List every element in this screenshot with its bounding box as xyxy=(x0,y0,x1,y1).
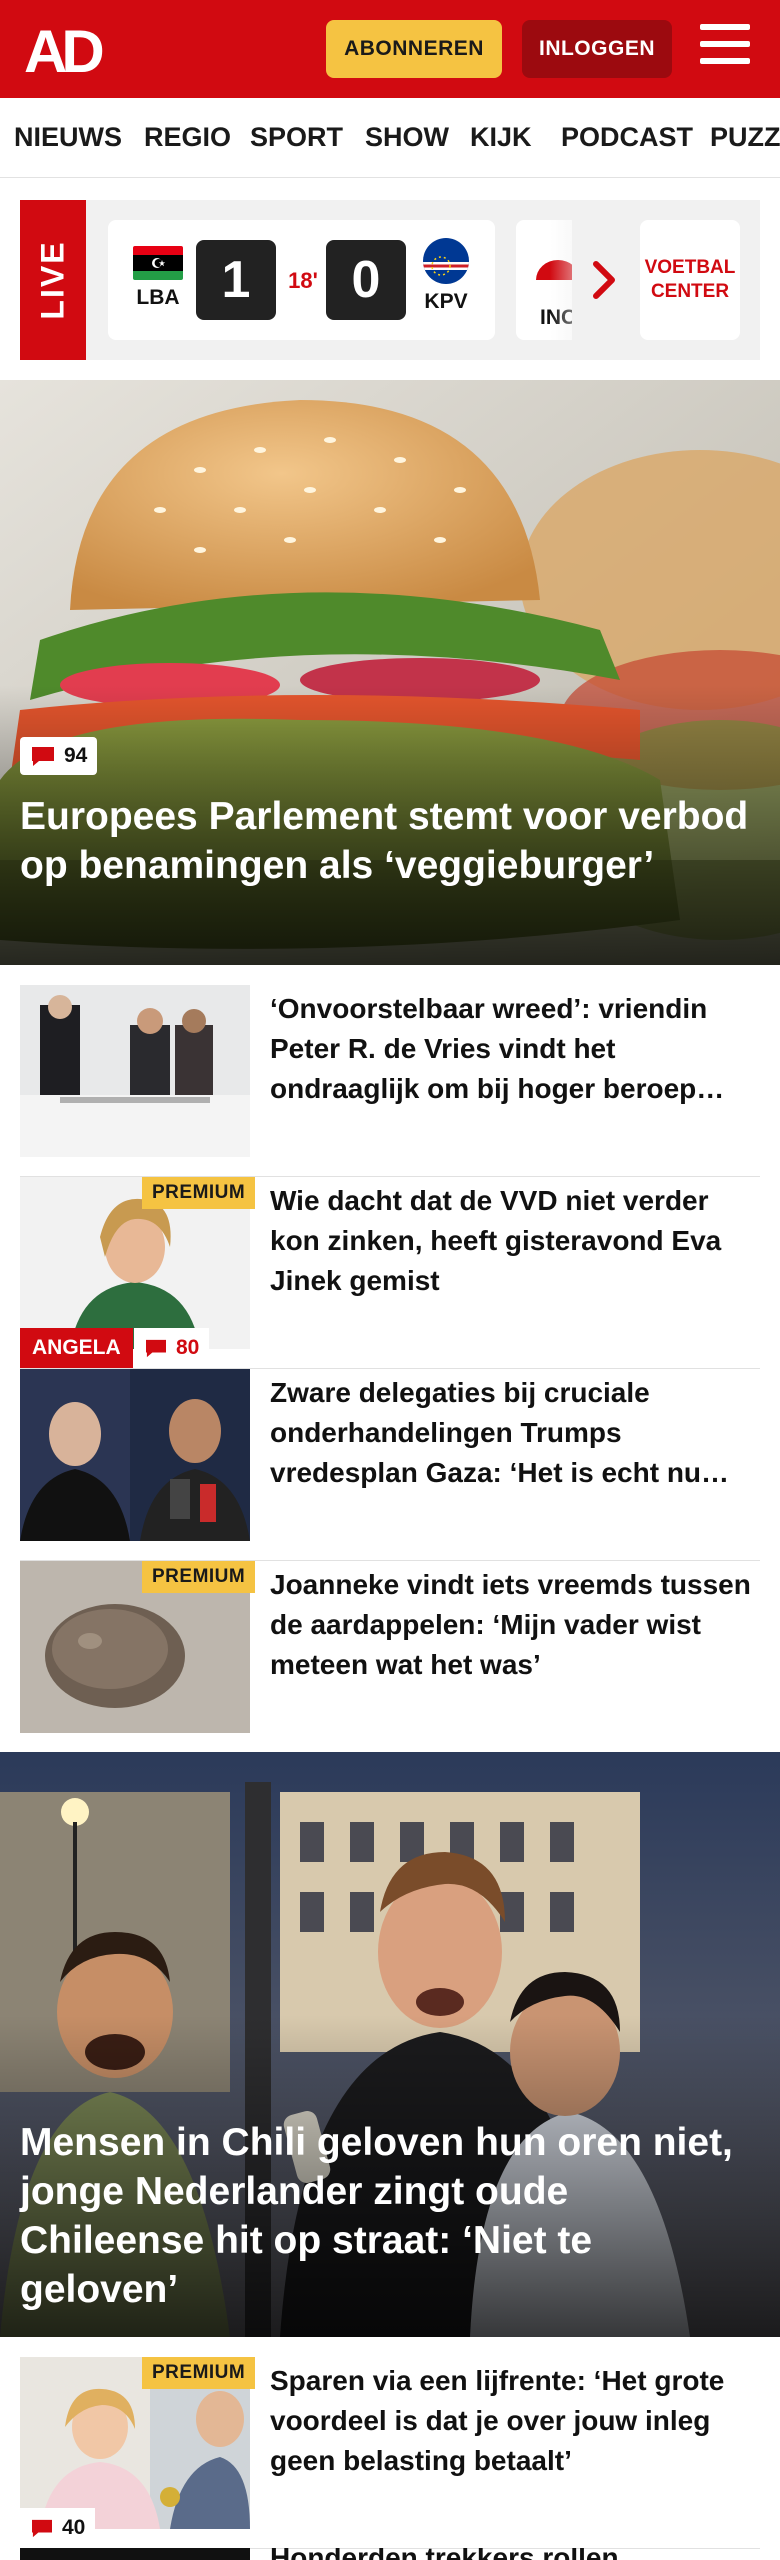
list-item[interactable]: PREMIUM 40 Sparen via een lijfrente: ‘He… xyxy=(20,2357,760,2549)
nav-item-podcast[interactable]: PODCAST xyxy=(561,122,693,153)
hero-article-2[interactable]: Mensen in Chili geloven hun oren niet, j… xyxy=(0,1752,780,2337)
list-item[interactable]: ‘Onvoorstelbaar wreed’: vriendin Peter R… xyxy=(20,985,760,1177)
comment-icon xyxy=(146,1339,166,1358)
svg-text:AD: AD xyxy=(24,22,102,78)
article-headline[interactable]: Joanneke vindt iets vreemds tussen de aa… xyxy=(270,1565,760,1685)
home-score: 1 xyxy=(196,240,276,320)
ad-logo[interactable]: AD xyxy=(24,22,116,78)
away-team: KPV xyxy=(416,238,476,314)
home-team: LBA xyxy=(128,246,188,310)
hero-comment-count: 94 xyxy=(64,744,88,767)
premium-badge: PREMIUM xyxy=(142,1177,256,1209)
next-article-thumbnail xyxy=(20,2548,250,2560)
hamburger-menu-icon[interactable] xyxy=(700,24,752,72)
cape-verde-flag-icon xyxy=(423,238,469,284)
article-headline[interactable]: Wie dacht dat de VVD niet verder kon zin… xyxy=(270,1181,760,1301)
article-headline[interactable]: ‘Onvoorstelbaar wreed’: vriendin Peter R… xyxy=(270,989,760,1109)
article-thumbnail xyxy=(20,985,250,1157)
match-card[interactable]: LBA 1 18' 0 KPV xyxy=(108,220,495,340)
subscribe-button[interactable]: ABONNEREN xyxy=(326,20,502,78)
hero-comment-badge[interactable]: 94 xyxy=(20,737,98,775)
nav-item-kijk[interactable]: KIJK xyxy=(470,122,532,153)
voetbal-center-button[interactable]: VOETBAL CENTER xyxy=(640,220,740,340)
nav-item-puzzel[interactable]: PUZZ xyxy=(710,122,780,153)
article-thumbnail xyxy=(20,1369,250,1541)
author-tag[interactable]: ANGELA xyxy=(20,1328,133,1368)
comment-count: 80 xyxy=(176,1336,200,1359)
main-nav: NIEUWS REGIO SPORT SHOW KIJK PODCAST PUZ… xyxy=(0,98,780,178)
home-team-code: LBA xyxy=(136,286,180,309)
hero-article[interactable]: 94 Europees Parlement stemt voor verbod … xyxy=(0,380,780,965)
hero-headline[interactable]: Europees Parlement stemt voor verbod op … xyxy=(20,792,760,890)
live-scores-strip: LIVE LBA 1 18' 0 KPV VOETBAL CENTER xyxy=(20,200,760,360)
list-item[interactable]: Zware delegaties bij cruciale onderhande… xyxy=(20,1369,760,1561)
libya-flag-icon xyxy=(133,246,183,280)
away-team-code: KPV xyxy=(424,290,468,313)
match-minute: 18' xyxy=(288,268,318,293)
comment-icon xyxy=(32,2519,52,2538)
nav-item-regio[interactable]: REGIO xyxy=(144,122,231,153)
premium-badge: PREMIUM xyxy=(142,2357,256,2389)
next-article-headline[interactable]: Honderden trekkers rollen xyxy=(270,2548,760,2560)
comment-icon xyxy=(32,747,54,766)
comment-badge[interactable]: 80 xyxy=(134,1328,210,1368)
nav-item-show[interactable]: SHOW xyxy=(365,122,449,153)
article-headline[interactable]: Zware delegaties bij cruciale onderhande… xyxy=(270,1373,760,1493)
chevron-right-icon[interactable] xyxy=(590,258,620,302)
comment-count: 40 xyxy=(62,2516,86,2539)
away-score: 0 xyxy=(326,240,406,320)
nav-item-sport[interactable]: SPORT xyxy=(250,122,343,153)
login-button[interactable]: INLOGGEN xyxy=(522,20,672,78)
article-headline[interactable]: Sparen via een lijfrente: ‘Het grote voo… xyxy=(270,2361,760,2481)
comment-badge[interactable]: 40 xyxy=(20,2508,96,2548)
nav-item-nieuws[interactable]: NIEUWS xyxy=(14,122,122,153)
hero-2-headline[interactable]: Mensen in Chili geloven hun oren niet, j… xyxy=(20,2118,760,2314)
list-item[interactable]: PREMIUM Joanneke vindt iets vreemds tuss… xyxy=(20,1561,760,1753)
site-header: AD ABONNEREN INLOGGEN xyxy=(0,0,780,98)
list-item[interactable]: PREMIUM ANGELA 80 Wie dacht dat de VVD n… xyxy=(20,1177,760,1369)
live-label[interactable]: LIVE xyxy=(20,200,86,360)
premium-badge: PREMIUM xyxy=(142,1561,256,1593)
